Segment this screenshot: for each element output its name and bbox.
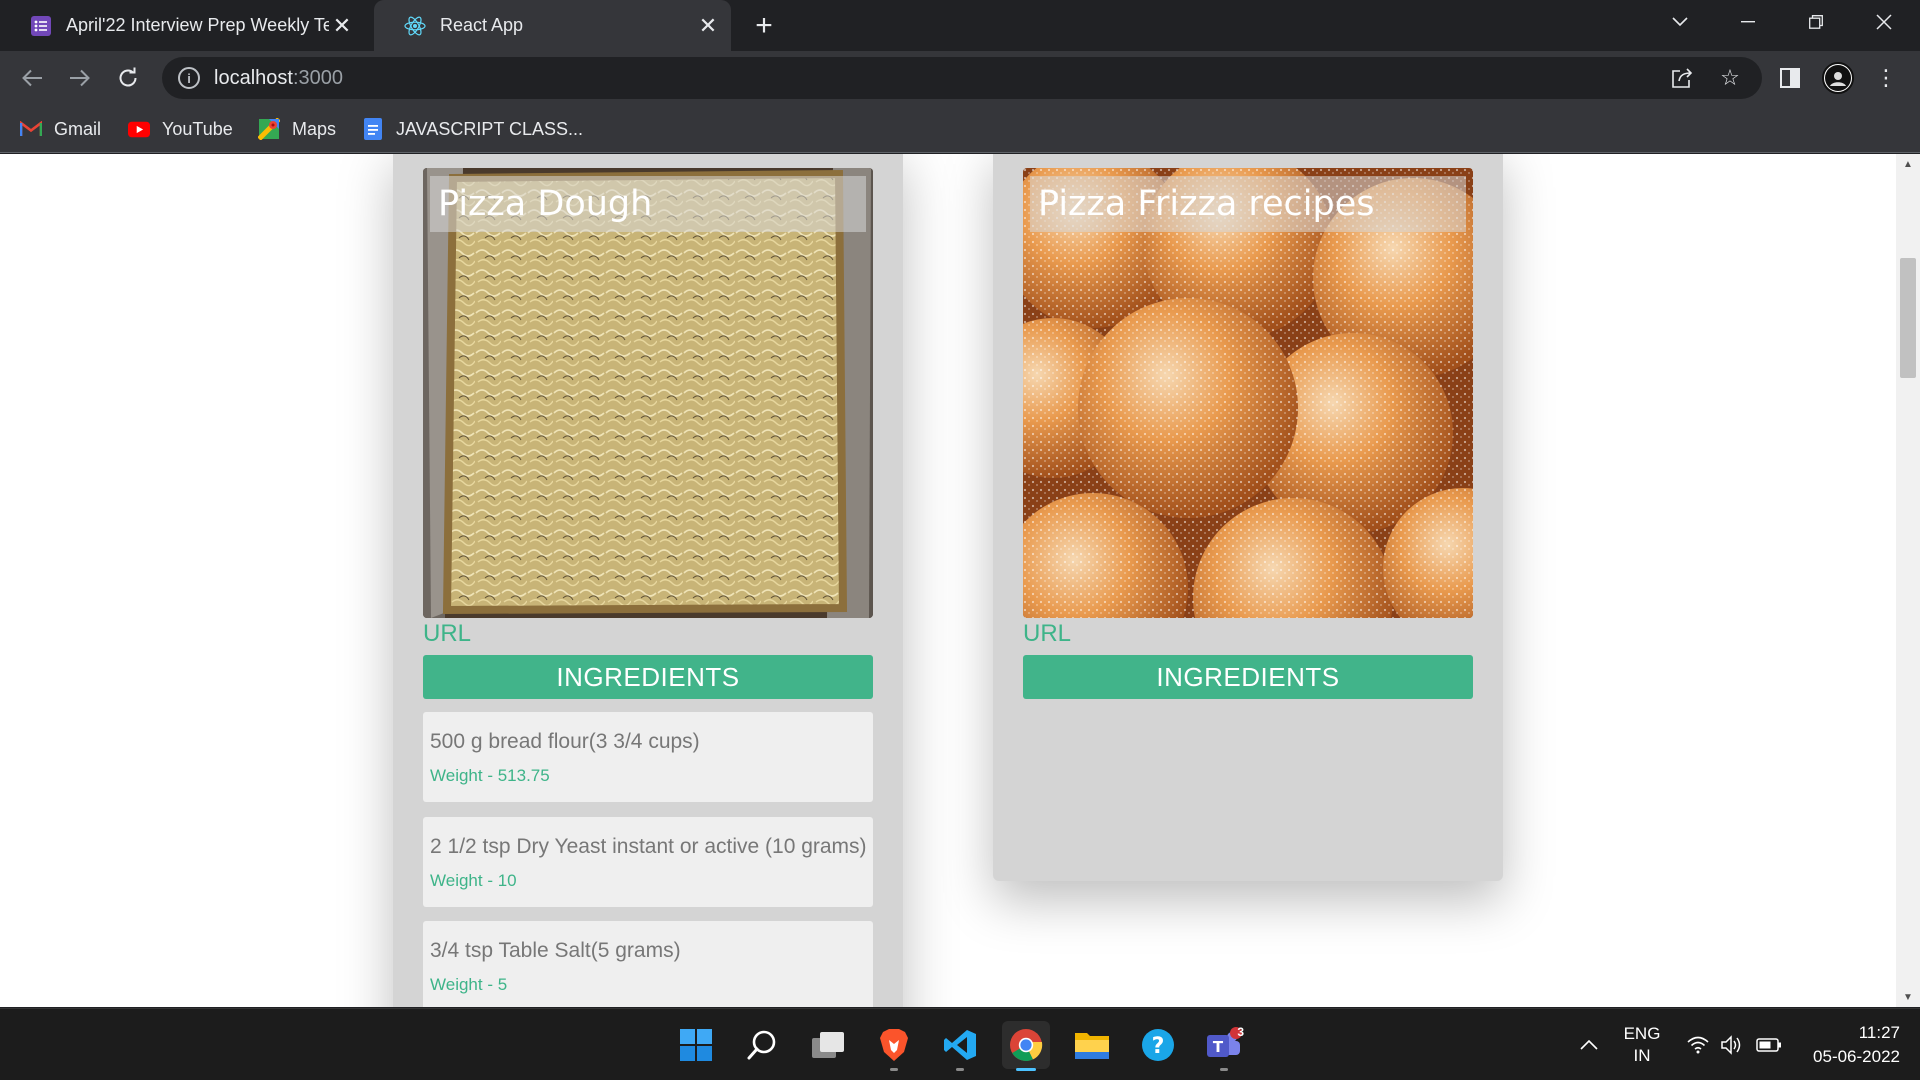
- restore-icon[interactable]: [1782, 0, 1850, 44]
- youtube-icon: [128, 118, 150, 140]
- close-icon[interactable]: ✕: [329, 13, 355, 39]
- new-tab-button[interactable]: +: [748, 9, 780, 42]
- task-view-icon[interactable]: [804, 1021, 852, 1069]
- ingredient-item: 3/4 tsp Table Salt(5 grams) Weight - 5: [423, 921, 873, 1007]
- bookmark-label: JAVASCRIPT CLASS...: [396, 118, 584, 139]
- ingredient-weight: Weight - 513.75: [430, 766, 550, 785]
- search-icon[interactable]: [738, 1021, 786, 1069]
- ingredient-text: 3/4 tsp Table Salt(5 grams): [430, 939, 681, 962]
- language-line1: ENG: [1623, 1024, 1661, 1043]
- clock[interactable]: 11:27 05-06-2022: [1798, 1009, 1900, 1080]
- language-indicator[interactable]: ENG IN: [1616, 1009, 1668, 1080]
- ingredient-weight: Weight - 5: [430, 975, 508, 994]
- ingredient-weight: Weight - 10: [430, 871, 517, 890]
- minimize-icon[interactable]: [1714, 0, 1782, 44]
- file-explorer-icon[interactable]: [1068, 1021, 1116, 1069]
- tab-strip: April'22 Interview Prep Weekly Te ✕ Reac…: [0, 0, 1920, 51]
- site-info-icon[interactable]: i: [178, 67, 200, 89]
- brave-browser-icon[interactable]: [870, 1021, 918, 1071]
- close-icon[interactable]: ✕: [695, 13, 721, 39]
- address-port: :3000: [292, 66, 343, 89]
- ingredient-item: 500 g bread flour(3 3/4 cups) Weight - 5…: [423, 712, 873, 802]
- bookmark-gmail[interactable]: Gmail: [20, 115, 101, 143]
- svg-text:T: T: [1213, 1038, 1224, 1056]
- running-indicator: [890, 1068, 898, 1071]
- react-icon: [404, 15, 426, 37]
- running-indicator: [1220, 1068, 1228, 1071]
- show-hidden-icons-chevron-icon[interactable]: [1578, 1009, 1600, 1080]
- language-line2: IN: [1633, 1046, 1651, 1065]
- tab-title: April'22 Interview Prep Weekly Te: [66, 15, 329, 35]
- chrome-icon[interactable]: [1002, 1021, 1050, 1071]
- ingredient-item: 2 1/2 tsp Dry Yeast instant or active (1…: [423, 817, 873, 907]
- notification-badge: 3: [1237, 1025, 1244, 1039]
- recipe-url-link[interactable]: URL: [423, 620, 471, 648]
- more-menu-icon[interactable]: ⋮: [1868, 60, 1904, 96]
- share-icon[interactable]: [1662, 57, 1702, 99]
- address-bar[interactable]: i localhost:3000 ☆: [162, 57, 1762, 99]
- scroll-up-arrow-icon[interactable]: ▲: [1896, 154, 1920, 174]
- bookmark-label: Gmail: [54, 118, 102, 139]
- bookmark-label: YouTube: [162, 118, 233, 139]
- back-arrow-icon[interactable]: [14, 60, 50, 96]
- bookmark-maps[interactable]: Maps: [258, 115, 336, 143]
- teams-icon[interactable]: T 3: [1200, 1021, 1248, 1071]
- clock-time: 11:27: [1858, 1023, 1900, 1042]
- ingredient-text: 2 1/2 tsp Dry Yeast instant or active (1…: [430, 835, 867, 858]
- bookmark-youtube[interactable]: YouTube: [128, 115, 233, 143]
- tab-search-chevron-icon[interactable]: [1646, 0, 1714, 44]
- maps-icon: [258, 118, 280, 140]
- battery-icon[interactable]: [1754, 1009, 1784, 1080]
- ingredient-text: 500 g bread flour(3 3/4 cups): [430, 730, 700, 753]
- reload-icon[interactable]: [110, 60, 146, 96]
- recipe-title: Pizza Frizza recipes: [1030, 176, 1466, 232]
- clock-date: 05-06-2022: [1813, 1047, 1900, 1066]
- help-icon[interactable]: ?: [1134, 1021, 1182, 1069]
- scroll-down-arrow-icon[interactable]: ▼: [1896, 987, 1920, 1007]
- scrollbar-thumb[interactable]: [1900, 258, 1916, 378]
- recipe-card: Pizza Dough URL INGREDIENTS 500 g bread …: [393, 154, 903, 1007]
- tab-title: React App: [440, 15, 524, 35]
- active-indicator: [1016, 1068, 1036, 1071]
- ingredients-button[interactable]: INGREDIENTS: [1023, 655, 1473, 699]
- side-panel-icon[interactable]: [1772, 60, 1808, 96]
- wifi-icon[interactable]: [1686, 1009, 1710, 1080]
- recipe-title: Pizza Dough: [430, 176, 866, 232]
- browser-toolbar: i localhost:3000 ☆ ⋮: [0, 51, 1920, 105]
- recipe-image: Pizza Frizza recipes: [1023, 168, 1473, 618]
- volume-icon[interactable]: [1718, 1009, 1744, 1080]
- running-indicator: [956, 1068, 964, 1071]
- close-window-icon[interactable]: [1850, 0, 1918, 44]
- profile-avatar[interactable]: [1822, 62, 1854, 94]
- recipe-card: Pizza Frizza recipes URL INGREDIENTS: [993, 154, 1503, 881]
- page-scrollbar[interactable]: ▲ ▼: [1896, 154, 1920, 1007]
- svg-text:?: ?: [1152, 1034, 1165, 1059]
- recipe-url-link[interactable]: URL: [1023, 620, 1071, 648]
- forms-icon: [30, 15, 52, 37]
- tab-react-app[interactable]: React App ✕: [374, 0, 731, 51]
- ingredients-button[interactable]: INGREDIENTS: [423, 655, 873, 699]
- bookmark-label: Maps: [292, 118, 337, 139]
- forward-arrow-icon[interactable]: [62, 60, 98, 96]
- bookmarks-bar: Gmail YouTube Maps JAVASCRIPT CLASS...: [0, 105, 1920, 153]
- page-viewport[interactable]: Pizza Dough URL INGREDIENTS 500 g bread …: [0, 154, 1920, 1007]
- bookmark-javascript-class[interactable]: JAVASCRIPT CLASS...: [362, 115, 583, 143]
- windows-start-icon[interactable]: [672, 1021, 720, 1069]
- address-host: localhost: [214, 66, 293, 89]
- tab-interview-prep[interactable]: April'22 Interview Prep Weekly Te ✕: [0, 0, 365, 51]
- bookmark-star-icon[interactable]: ☆: [1710, 57, 1750, 99]
- gmail-icon: [20, 118, 42, 140]
- vscode-icon[interactable]: [936, 1021, 984, 1071]
- recipe-image: Pizza Dough: [423, 168, 873, 618]
- windows-taskbar: ? T 3 ENG IN 11:27 05-06-2022: [0, 1008, 1920, 1080]
- docs-icon: [362, 118, 384, 140]
